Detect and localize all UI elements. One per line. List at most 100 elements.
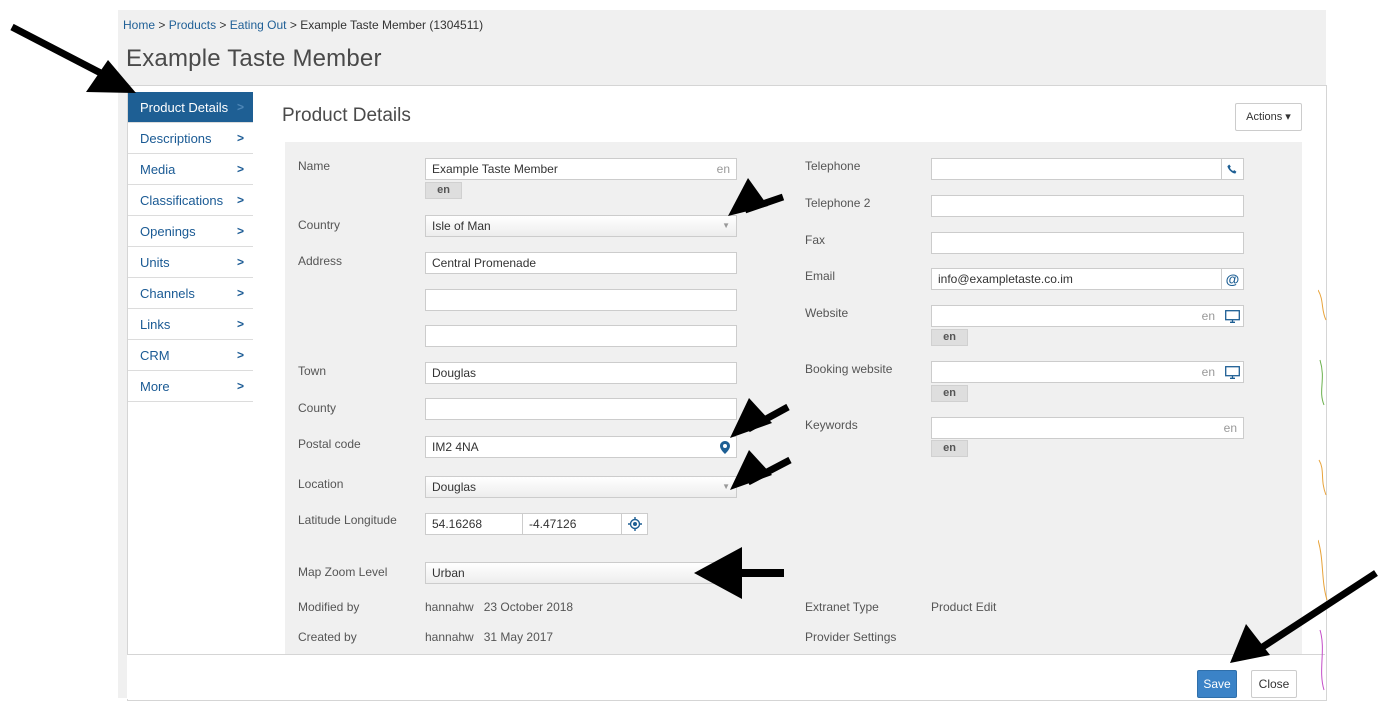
email-input[interactable]: info@exampletaste.co.im @ <box>931 268 1244 290</box>
chevron-right-icon: > <box>236 348 244 362</box>
telephone2-input[interactable] <box>931 195 1244 217</box>
address-line2-input[interactable] <box>425 289 737 311</box>
breadcrumb-current: Example Taste Member (1304511) <box>300 18 484 32</box>
postal-code-label: Postal code <box>298 437 361 451</box>
longitude-input[interactable]: -4.47126 <box>522 513 622 535</box>
breadcrumb-sep: > <box>289 18 297 32</box>
actions-button[interactable]: Actions ▾ <box>1235 103 1302 131</box>
breadcrumb: Home > Products > Eating Out > Example T… <box>123 18 483 32</box>
chevron-right-icon: > <box>236 131 244 145</box>
town-label: Town <box>298 364 327 378</box>
chevron-right-icon: > <box>236 255 244 269</box>
nav-item-descriptions[interactable]: Descriptions > <box>128 123 253 154</box>
location-label: Location <box>298 477 344 491</box>
postal-code-input[interactable]: IM2 4NA <box>425 436 737 458</box>
chevron-right-icon: > <box>236 224 244 238</box>
name-lang-suffix: en <box>716 162 730 176</box>
page-title: Example Taste Member <box>126 45 382 72</box>
nav-item-openings[interactable]: Openings > <box>128 216 253 247</box>
breadcrumb-products[interactable]: Products <box>169 18 216 32</box>
monitor-icon[interactable] <box>1221 305 1243 327</box>
website-lang-tab[interactable]: en <box>931 329 968 346</box>
map-zoom-select[interactable]: Urban <box>425 562 737 584</box>
nav-item-label: Descriptions <box>140 130 212 146</box>
nav-item-label: Units <box>140 254 170 270</box>
modified-by-label: Modified by <box>298 600 360 614</box>
breadcrumb-category[interactable]: Eating Out <box>230 18 287 32</box>
county-label: County <box>298 401 337 415</box>
nav-item-label: Classifications <box>140 192 224 208</box>
telephone-label: Telephone <box>805 159 861 173</box>
keywords-label: Keywords <box>805 418 858 432</box>
address-line1-input[interactable]: Central Promenade <box>425 252 737 274</box>
nav-item-units[interactable]: Units > <box>128 247 253 278</box>
latitude-input[interactable]: 54.16268 <box>425 513 523 535</box>
chevron-right-icon: > <box>236 317 244 331</box>
panel-footer <box>127 654 1325 699</box>
telephone2-label: Telephone 2 <box>805 196 871 210</box>
booking-website-label: Booking website <box>805 362 893 376</box>
telephone-input[interactable] <box>931 158 1244 180</box>
email-value: info@exampletaste.co.im <box>938 272 1073 286</box>
nav-item-label: Channels <box>140 285 195 301</box>
latlng-label: Latitude Longitude <box>298 513 397 527</box>
map-zoom-value: Urban <box>432 566 465 580</box>
chevron-right-icon: > <box>236 379 244 393</box>
name-lang-tab[interactable]: en <box>425 182 462 199</box>
nav-item-label: Product Details <box>140 99 229 115</box>
nav-item-channels[interactable]: Channels > <box>128 278 253 309</box>
extranet-type-label: Extranet Type <box>805 600 879 614</box>
nav-item-links[interactable]: Links > <box>128 309 253 340</box>
nav-item-classifications[interactable]: Classifications > <box>128 185 253 216</box>
address-label: Address <box>298 254 343 268</box>
map-pin-icon[interactable] <box>714 436 736 458</box>
nav-item-product-details[interactable]: Product Details > <box>128 92 253 123</box>
website-lang-suffix: en <box>1201 309 1215 323</box>
close-button[interactable]: Close <box>1251 670 1297 698</box>
at-icon[interactable]: @ <box>1221 268 1243 290</box>
modified-by-value: hannahw 23 October 2018 <box>425 600 574 614</box>
booking-website-lang-suffix: en <box>1201 365 1215 379</box>
monitor-icon[interactable] <box>1221 361 1243 383</box>
keywords-lang-tab[interactable]: en <box>931 440 968 457</box>
nav-item-label: Media <box>140 161 176 177</box>
nav-item-label: More <box>140 378 170 394</box>
country-label: Country <box>298 218 341 232</box>
address-line3-input[interactable] <box>425 325 737 347</box>
country-select[interactable]: Isle of Man ▼ <box>425 215 737 237</box>
name-label: Name <box>298 159 331 173</box>
chevron-right-icon: > <box>236 162 244 176</box>
created-by-value: hannahw 31 May 2017 <box>425 630 554 644</box>
provider-settings-label: Provider Settings <box>805 630 897 644</box>
nav-item-crm[interactable]: CRM > <box>128 340 253 371</box>
email-label: Email <box>805 269 836 283</box>
decorative-lines <box>1318 289 1328 691</box>
nav-item-label: CRM <box>140 347 170 363</box>
locate-button[interactable] <box>621 513 648 535</box>
chevron-right-icon: > <box>236 193 244 207</box>
extranet-type-value: Product Edit <box>931 600 997 614</box>
location-select[interactable]: Douglas ▼ <box>425 476 737 498</box>
keywords-lang-suffix: en <box>1223 421 1237 435</box>
name-input[interactable]: Example Taste Member en <box>425 158 737 180</box>
website-input[interactable]: en <box>931 305 1244 327</box>
side-nav: Product Details > Descriptions > Media >… <box>128 92 253 402</box>
keywords-input[interactable]: en <box>931 417 1244 439</box>
created-by-label: Created by <box>298 630 357 644</box>
country-value: Isle of Man <box>432 219 491 233</box>
nav-item-more[interactable]: More > <box>128 371 253 402</box>
phone-icon[interactable] <box>1221 158 1243 180</box>
town-input[interactable]: Douglas <box>425 362 737 384</box>
breadcrumb-home[interactable]: Home <box>123 18 155 32</box>
map-zoom-label: Map Zoom Level <box>298 565 388 579</box>
location-value: Douglas <box>432 480 477 494</box>
booking-website-input[interactable]: en <box>931 361 1244 383</box>
save-button[interactable]: Save <box>1197 670 1237 698</box>
county-input[interactable] <box>425 398 737 420</box>
nav-item-media[interactable]: Media > <box>128 154 253 185</box>
locate-icon <box>627 517 642 531</box>
booking-website-lang-tab[interactable]: en <box>931 385 968 402</box>
nav-item-label: Openings <box>140 223 196 239</box>
chevron-down-icon: ▼ <box>722 221 730 230</box>
fax-input[interactable] <box>931 232 1244 254</box>
